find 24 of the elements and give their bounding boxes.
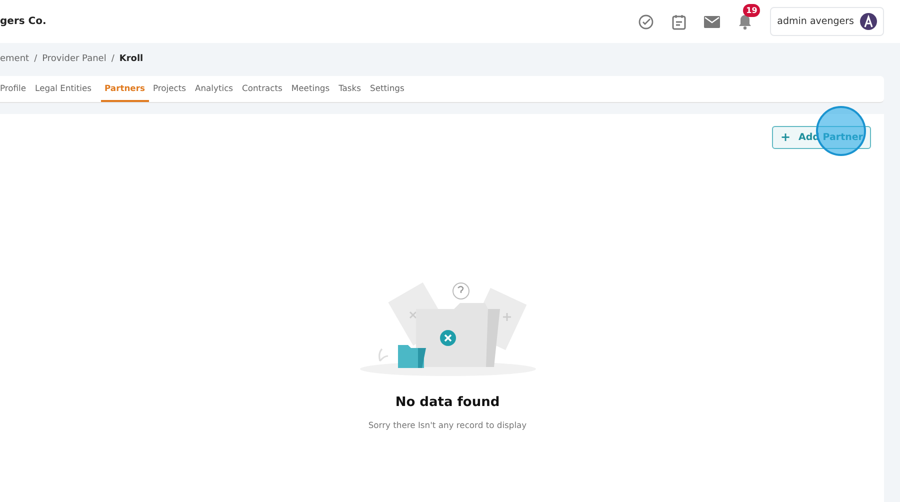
tab[interactable]: Partners [100, 76, 149, 102]
avatar-icon [860, 13, 877, 30]
breadcrumb-item[interactable]: ement [0, 54, 30, 76]
tab[interactable]: Legal Entities [35, 76, 96, 102]
breadcrumb-item: Kroll [119, 54, 144, 66]
user-menu-button[interactable]: admin avengers [770, 7, 884, 36]
check-circle-icon[interactable] [638, 14, 654, 30]
bell-icon[interactable] [738, 14, 752, 30]
calendar-icon[interactable] [672, 14, 686, 30]
breadcrumb-item[interactable]: Provider Panel [42, 54, 106, 76]
tab[interactable]: Meetings [291, 76, 335, 102]
mail-icon[interactable] [704, 16, 720, 28]
tab[interactable]: Projects [152, 76, 191, 102]
tab[interactable]: Contracts [242, 76, 288, 102]
empty-state-message: Sorry there Isn't any record to display [368, 420, 527, 430]
tab[interactable]: Settings [370, 76, 410, 102]
company-name: gers Co. [0, 16, 46, 27]
tab[interactable]: Analytics [195, 76, 238, 102]
empty-state-title: No data found [395, 395, 500, 410]
tab[interactable]: Tasks [338, 76, 366, 102]
tab[interactable]: Profile [0, 76, 32, 102]
notification-count: 19 [743, 4, 760, 16]
breadcrumb-separator: / [34, 54, 38, 66]
breadcrumb-separator: / [111, 54, 114, 66]
